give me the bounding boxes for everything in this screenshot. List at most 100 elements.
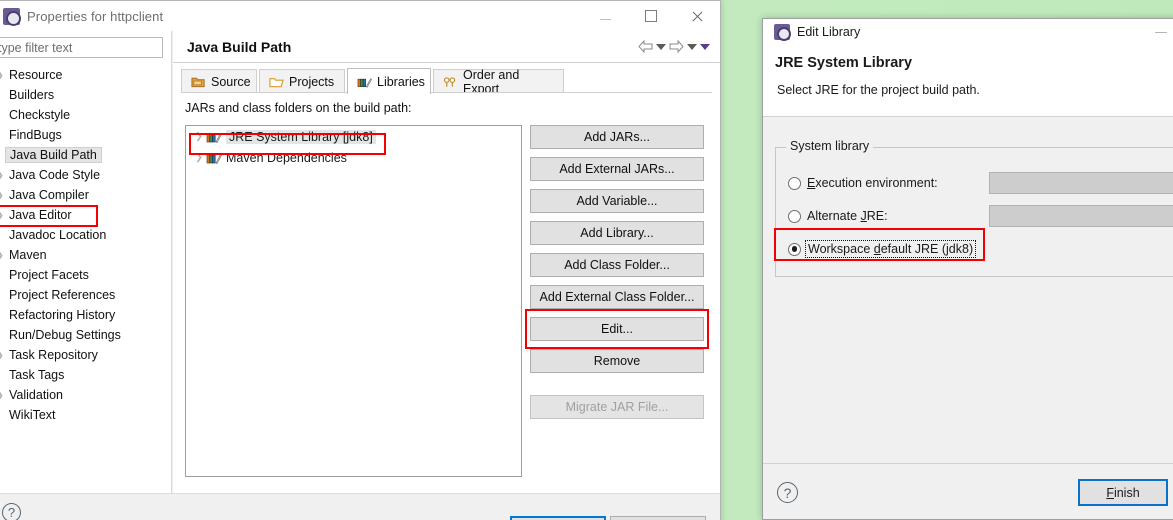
- source-folder-icon: [191, 75, 206, 89]
- sidebar-item-label: Checkstyle: [9, 108, 71, 122]
- minimize-icon[interactable]: [1155, 31, 1167, 33]
- add-class-folder-button[interactable]: Add Class Folder...: [530, 253, 704, 277]
- sidebar-item-project-references[interactable]: ❯Project References: [0, 285, 170, 305]
- chevron-right-icon[interactable]: ❯: [192, 152, 206, 163]
- tree-indent: ❯: [0, 290, 7, 301]
- properties-dialog: Properties for httpclient type filter te…: [0, 0, 721, 520]
- tab-libraries[interactable]: Libraries: [347, 68, 431, 94]
- tree-indent: ❯: [0, 410, 7, 421]
- add-variable-button[interactable]: Add Variable...: [530, 189, 704, 213]
- tree-indent: ❯: [0, 310, 7, 321]
- properties-footer: ? OK Cancel: [0, 493, 720, 520]
- libraries-books-icon: [357, 75, 372, 89]
- sidebar-item-java-editor[interactable]: ❯Java Editor: [0, 205, 170, 225]
- sidebar-item-wikitext[interactable]: ❯WikiText: [0, 405, 170, 425]
- chevron-right-icon[interactable]: ❯: [0, 250, 7, 261]
- cancel-button[interactable]: Cancel: [610, 516, 706, 520]
- sidebar-item-label: Task Tags: [9, 368, 65, 382]
- sidebar-item-findbugs[interactable]: ❯FindBugs: [0, 125, 170, 145]
- page-nav-toolbar: [638, 40, 720, 53]
- sidebar-item-maven[interactable]: ❯Maven: [0, 245, 170, 265]
- view-menu-chevron-down-icon[interactable]: [700, 43, 710, 50]
- edit-library-title-bar: Edit Library: [763, 19, 1173, 45]
- option-workspace-default-jre[interactable]: Workspace default JRE (jdk8): [788, 238, 977, 260]
- forward-arrow-icon[interactable]: [669, 40, 684, 53]
- option-label-execution-environment: Execution environment:: [807, 176, 938, 190]
- edit-library-header: JRE System Library Select JRE for the pr…: [763, 45, 1173, 117]
- sidebar-item-builders[interactable]: ❯Builders: [0, 85, 170, 105]
- sidebar-item-run-debug-settings[interactable]: ❯Run/Debug Settings: [0, 325, 170, 345]
- chevron-right-icon[interactable]: ❯: [0, 70, 7, 81]
- sidebar-item-label: Run/Debug Settings: [9, 328, 121, 342]
- radio-execution-environment[interactable]: [788, 176, 801, 190]
- settings-tree: ❯Resource❯Builders❯Checkstyle❯FindBugs❯J…: [0, 65, 170, 493]
- sidebar-item-resource[interactable]: ❯Resource: [0, 65, 170, 85]
- sidebar-item-javadoc-location[interactable]: ❯Javadoc Location: [0, 225, 170, 245]
- library-entry[interactable]: ❯ JRE System Library [jdk8]: [186, 126, 521, 147]
- properties-title-bar: Properties for httpclient: [0, 1, 720, 31]
- libraries-tree[interactable]: ❯ JRE System Library [jdk8] ❯ Maven Depende…: [185, 125, 522, 477]
- tab-order-and-export[interactable]: Order and Export: [433, 68, 564, 96]
- system-library-group: System library Execution environment: En…: [775, 139, 1173, 277]
- add-external-jars-button[interactable]: Add External JARs...: [530, 157, 704, 181]
- tab-label: Source: [211, 74, 251, 89]
- help-icon[interactable]: ?: [2, 503, 21, 520]
- desktop-background: Properties for httpclient type filter te…: [0, 0, 1173, 520]
- tree-indent: ❯: [0, 330, 7, 341]
- option-alternate-jre[interactable]: Alternate JRE:: [788, 205, 888, 227]
- page-title: Java Build Path: [187, 38, 292, 55]
- sidebar-item-java-build-path[interactable]: ❯Java Build Path: [0, 145, 170, 165]
- maximize-icon[interactable]: [628, 1, 674, 31]
- radio-alternate-jre[interactable]: [788, 209, 801, 223]
- add-library-button[interactable]: Add Library...: [530, 221, 704, 245]
- tab-projects[interactable]: Projects: [259, 69, 345, 93]
- library-entry[interactable]: ❯ Maven Dependencies: [186, 147, 521, 168]
- help-icon[interactable]: ?: [777, 482, 798, 503]
- option-execution-environment[interactable]: Execution environment:: [788, 172, 938, 194]
- back-history-chevron-down-icon[interactable]: [656, 43, 666, 50]
- forward-history-chevron-down-icon[interactable]: [687, 43, 697, 50]
- system-library-group-title: System library: [786, 139, 874, 153]
- edit-library-body: System library Execution environment: En…: [763, 117, 1173, 463]
- chevron-right-icon[interactable]: ❯: [0, 350, 7, 361]
- sidebar-item-label: Java Code Style: [9, 168, 101, 182]
- sidebar-item-validation[interactable]: ❯Validation: [0, 385, 170, 405]
- chevron-right-icon[interactable]: ❯: [0, 210, 7, 221]
- edit-button[interactable]: Edit...: [530, 317, 704, 341]
- alternate-jre-combo[interactable]: [989, 205, 1173, 227]
- execution-environment-combo[interactable]: [989, 172, 1173, 194]
- ok-button[interactable]: OK: [510, 516, 606, 520]
- back-arrow-icon[interactable]: [638, 40, 653, 53]
- tree-indent: ❯: [0, 90, 7, 101]
- sidebar-item-label: Validation: [9, 388, 63, 402]
- chevron-right-icon[interactable]: ❯: [192, 131, 206, 142]
- filter-input[interactable]: type filter text: [0, 37, 163, 58]
- sidebar-item-label: Javadoc Location: [9, 228, 107, 242]
- add-jars-button[interactable]: Add JARs...: [530, 125, 704, 149]
- minimize-icon[interactable]: [582, 1, 628, 31]
- tree-indent: ❯: [0, 270, 7, 281]
- projects-folder-icon: [269, 75, 284, 89]
- sidebar-item-checkstyle[interactable]: ❯Checkstyle: [0, 105, 170, 125]
- sidebar-item-task-repository[interactable]: ❯Task Repository: [0, 345, 170, 365]
- tab-source[interactable]: Source: [181, 69, 257, 93]
- migrate-jar-file-button: Migrate JAR File...: [530, 395, 704, 419]
- remove-button[interactable]: Remove: [530, 349, 704, 373]
- finish-button[interactable]: Finish: [1078, 479, 1168, 506]
- sidebar-item-refactoring-history[interactable]: ❯Refactoring History: [0, 305, 170, 325]
- sidebar-item-task-tags[interactable]: ❯Task Tags: [0, 365, 170, 385]
- chevron-right-icon[interactable]: ❯: [0, 390, 7, 401]
- sidebar-item-java-code-style[interactable]: ❯Java Code Style: [0, 165, 170, 185]
- sidebar-item-project-facets[interactable]: ❯Project Facets: [0, 265, 170, 285]
- tab-label: Libraries: [377, 74, 425, 89]
- chevron-right-icon[interactable]: ❯: [0, 190, 7, 201]
- add-external-class-folder-button[interactable]: Add External Class Folder...: [530, 285, 704, 309]
- close-icon[interactable]: [674, 1, 720, 31]
- libraries-list-label: JARs and class folders on the build path…: [185, 101, 412, 115]
- chevron-right-icon[interactable]: ❯: [0, 170, 7, 181]
- tree-indent: ❯: [0, 110, 7, 121]
- page-header: Java Build Path: [173, 31, 720, 63]
- sidebar-item-java-compiler[interactable]: ❯Java Compiler: [0, 185, 170, 205]
- sidebar-item-label: Resource: [9, 68, 63, 82]
- radio-workspace-default-jre[interactable]: [788, 242, 801, 256]
